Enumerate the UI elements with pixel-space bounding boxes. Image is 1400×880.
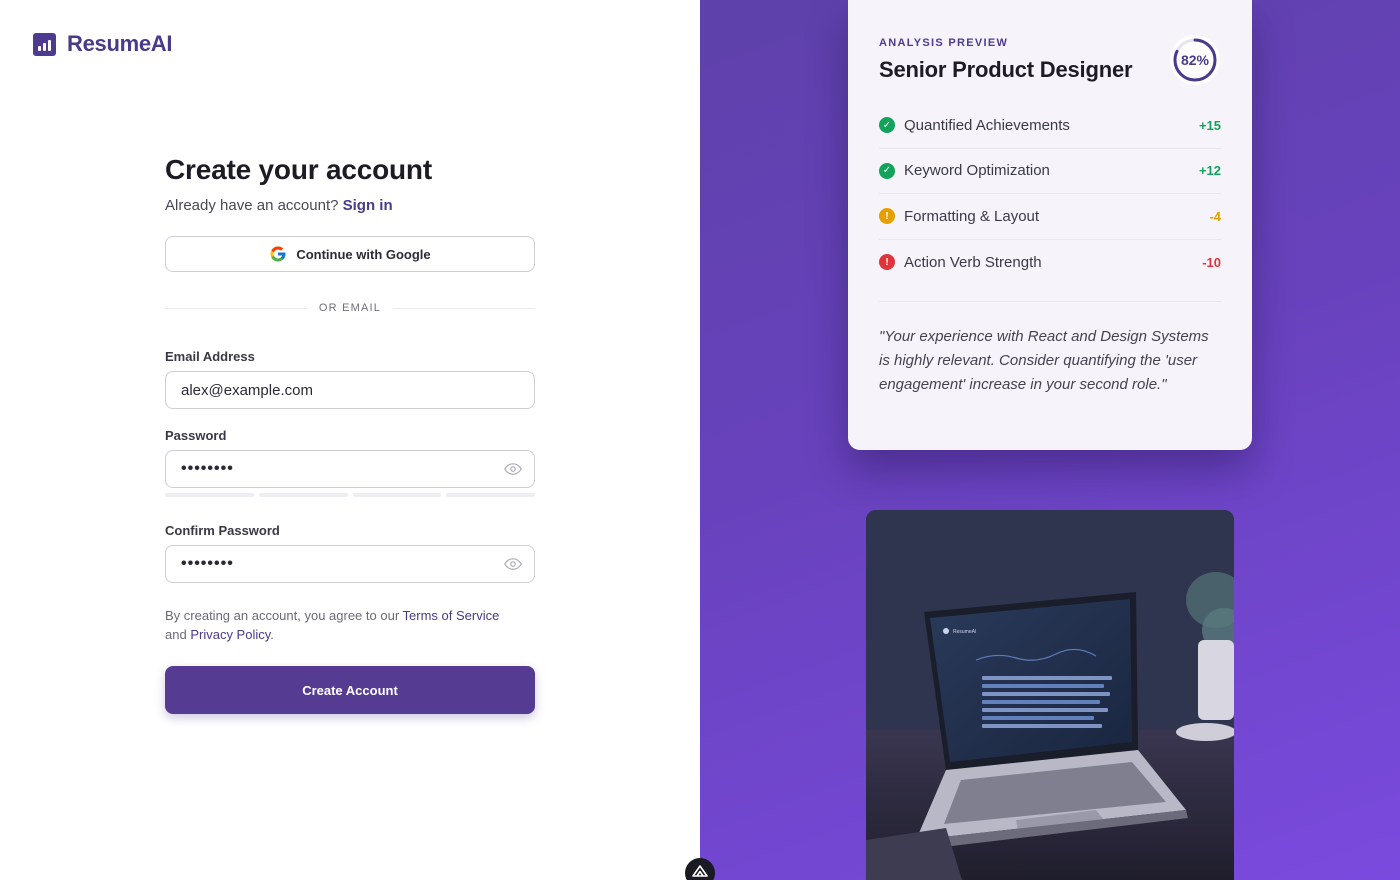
google-signin-button[interactable]: Continue with Google xyxy=(165,236,535,272)
create-account-button[interactable]: Create Account xyxy=(165,666,535,714)
analysis-preview-card: ANALYSIS PREVIEW Senior Product Designer… xyxy=(848,0,1252,450)
check-circle-icon: ✓ xyxy=(879,117,895,134)
confirm-password-label: Confirm Password xyxy=(165,523,280,538)
metric-row: ✓ Quantified Achievements +15 xyxy=(879,103,1221,149)
app-badge[interactable] xyxy=(685,858,715,880)
metric-value: -4 xyxy=(1209,208,1221,224)
metric-label: Formatting & Layout xyxy=(904,207,1040,225)
divider: OR EMAIL xyxy=(165,302,535,314)
metric-value: +12 xyxy=(1198,163,1221,179)
confirm-password-field[interactable]: •••••••• xyxy=(165,545,535,583)
signin-prompt-text: Already have an account? xyxy=(165,197,339,214)
password-strength-meter xyxy=(165,493,535,497)
strength-segment xyxy=(352,493,442,497)
score-value: 82% xyxy=(1180,52,1210,68)
score-ring: 82% xyxy=(1168,33,1222,87)
email-value: alex@example.com xyxy=(181,381,313,399)
google-button-label: Continue with Google xyxy=(296,246,431,262)
signin-link[interactable]: Sign in xyxy=(343,197,393,214)
terms-of-service-link[interactable]: Terms of Service xyxy=(403,608,500,623)
preview-panel: ANALYSIS PREVIEW Senior Product Designer… xyxy=(700,0,1400,880)
signin-prompt: Already have an account? Sign in xyxy=(165,197,535,214)
metric-row: ✓ Keyword Optimization +12 xyxy=(879,149,1221,194)
page-title: Create your account xyxy=(165,154,432,185)
metric-value: -10 xyxy=(1202,254,1221,270)
laptop-illustration: ResumeAI xyxy=(866,510,1234,880)
confirm-password-value: •••••••• xyxy=(181,555,234,572)
card-divider xyxy=(879,301,1221,302)
signup-form: Create your account Already have an acco… xyxy=(165,154,535,714)
email-field[interactable]: alex@example.com xyxy=(165,371,535,409)
terms-suffix: . xyxy=(270,627,274,642)
password-label: Password xyxy=(165,428,227,443)
metric-label: Quantified Achievements xyxy=(904,116,1070,134)
metric-label: Action Verb Strength xyxy=(904,253,1042,271)
metric-row: ! Action Verb Strength -10 xyxy=(879,240,1221,286)
metrics-list: ✓ Quantified Achievements +15 ✓ Keyword … xyxy=(879,103,1221,285)
show-confirm-password-eye-icon[interactable] xyxy=(504,557,522,571)
triangle-logo-icon xyxy=(692,865,708,877)
svg-text:ResumeAI: ResumeAI xyxy=(953,629,976,635)
metric-value: +15 xyxy=(1198,117,1221,133)
feedback-quote: "Your experience with React and Design S… xyxy=(879,328,1209,393)
terms-prefix: By creating an account, you agree to our xyxy=(165,608,400,623)
google-icon xyxy=(270,246,286,262)
privacy-policy-link[interactable]: Privacy Policy xyxy=(190,627,270,642)
metric-label: Keyword Optimization xyxy=(904,162,1050,180)
brand[interactable]: ResumeAI xyxy=(33,31,173,57)
info-circle-icon: ! xyxy=(879,208,895,225)
terms-notice: By creating an account, you agree to our… xyxy=(165,606,535,644)
brand-name: ResumeAI xyxy=(67,31,173,56)
password-value: •••••••• xyxy=(181,460,234,477)
strength-segment xyxy=(258,493,348,497)
strength-segment xyxy=(446,493,535,497)
strength-segment xyxy=(165,493,254,497)
bar-chart-logo-icon xyxy=(33,32,56,56)
metric-row: ! Formatting & Layout -4 xyxy=(879,194,1221,240)
email-label: Email Address xyxy=(165,349,255,364)
password-field[interactable]: •••••••• xyxy=(165,450,535,488)
show-password-eye-icon[interactable] xyxy=(504,462,522,476)
divider-label: OR EMAIL xyxy=(318,302,382,314)
signup-panel: ResumeAI Create your account Already hav… xyxy=(0,0,700,880)
check-circle-icon: ✓ xyxy=(879,162,895,179)
laptop-product-image: ResumeAI xyxy=(866,510,1234,880)
alert-circle-icon: ! xyxy=(879,254,895,271)
terms-and: and xyxy=(165,627,187,642)
